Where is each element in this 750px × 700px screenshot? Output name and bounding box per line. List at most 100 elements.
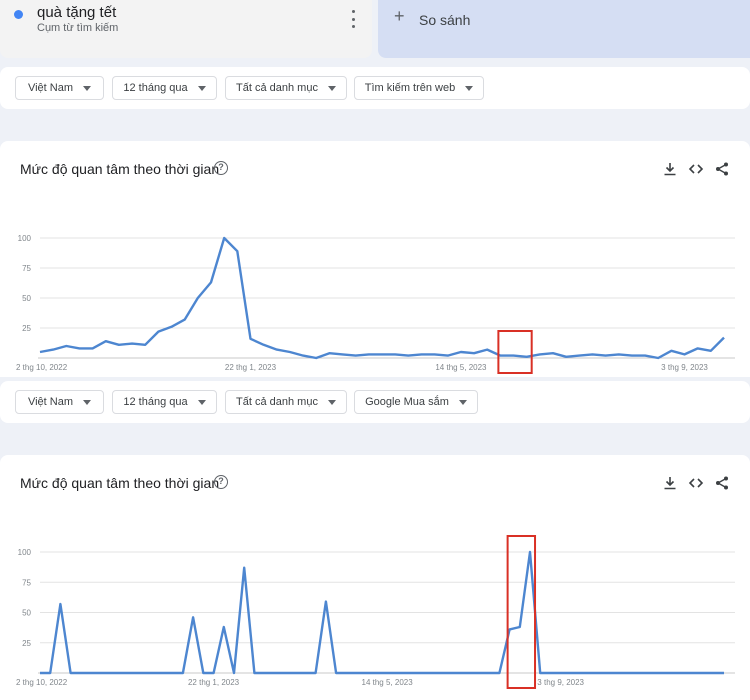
data-point[interactable]: [617, 352, 621, 356]
category-filter[interactable]: Tất cả danh mục: [225, 390, 347, 414]
data-point[interactable]: [38, 350, 42, 354]
data-point[interactable]: [344, 671, 348, 675]
data-point[interactable]: [459, 350, 463, 354]
data-point[interactable]: [201, 671, 205, 675]
data-point[interactable]: [604, 354, 608, 358]
data-point[interactable]: [171, 671, 175, 675]
data-point[interactable]: [599, 671, 603, 675]
data-point[interactable]: [150, 671, 154, 675]
data-point[interactable]: [273, 671, 277, 675]
data-point[interactable]: [222, 625, 226, 629]
data-point[interactable]: [354, 354, 358, 358]
data-point[interactable]: [630, 671, 634, 675]
data-point[interactable]: [130, 342, 134, 346]
data-point[interactable]: [69, 671, 73, 675]
data-point[interactable]: [235, 249, 239, 253]
data-point[interactable]: [589, 671, 593, 675]
data-point[interactable]: [669, 349, 673, 353]
data-point[interactable]: [702, 671, 706, 675]
data-point[interactable]: [120, 671, 124, 675]
data-point[interactable]: [643, 354, 647, 358]
data-point[interactable]: [242, 566, 246, 570]
time-range-filter[interactable]: 12 tháng qua: [112, 390, 217, 414]
data-point[interactable]: [564, 355, 568, 359]
data-point[interactable]: [283, 671, 287, 675]
data-point[interactable]: [528, 550, 532, 554]
data-point[interactable]: [709, 349, 713, 353]
data-point[interactable]: [183, 318, 187, 322]
data-point[interactable]: [314, 356, 318, 360]
data-point[interactable]: [712, 671, 716, 675]
data-point[interactable]: [487, 671, 491, 675]
data-point[interactable]: [559, 671, 563, 675]
data-point[interactable]: [327, 351, 331, 355]
search-term-card[interactable]: quà tặng tết Cụm từ tìm kiếm: [0, 0, 372, 58]
data-point[interactable]: [375, 671, 379, 675]
data-point[interactable]: [426, 671, 430, 675]
data-point[interactable]: [48, 671, 52, 675]
data-point[interactable]: [89, 671, 93, 675]
search-type-filter[interactable]: Tìm kiếm trên web: [354, 76, 484, 100]
data-point[interactable]: [140, 671, 144, 675]
data-point[interactable]: [446, 354, 450, 358]
data-point[interactable]: [161, 671, 165, 675]
data-point[interactable]: [696, 346, 700, 350]
data-point[interactable]: [365, 671, 369, 675]
data-point[interactable]: [640, 671, 644, 675]
data-point[interactable]: [538, 352, 542, 356]
data-point[interactable]: [293, 671, 297, 675]
data-point[interactable]: [79, 671, 83, 675]
time-range-filter[interactable]: 12 tháng qua: [112, 76, 217, 100]
data-point[interactable]: [77, 346, 81, 350]
data-point[interactable]: [395, 671, 399, 675]
data-point[interactable]: [457, 671, 461, 675]
data-point[interactable]: [393, 352, 397, 356]
data-point[interactable]: [551, 351, 555, 355]
data-point[interactable]: [512, 354, 516, 358]
data-point[interactable]: [651, 671, 655, 675]
data-point[interactable]: [99, 671, 103, 675]
data-point[interactable]: [58, 602, 62, 606]
data-point[interactable]: [38, 671, 42, 675]
data-point[interactable]: [275, 348, 279, 352]
data-point[interactable]: [51, 348, 55, 352]
data-point[interactable]: [446, 671, 450, 675]
data-point[interactable]: [303, 671, 307, 675]
data-point[interactable]: [64, 344, 68, 348]
data-point[interactable]: [196, 296, 200, 300]
data-point[interactable]: [477, 671, 481, 675]
data-point[interactable]: [334, 671, 338, 675]
data-point[interactable]: [212, 671, 216, 675]
data-point[interactable]: [485, 348, 489, 352]
data-point[interactable]: [143, 343, 147, 347]
data-point[interactable]: [661, 671, 665, 675]
data-point[interactable]: [367, 352, 371, 356]
data-point[interactable]: [406, 354, 410, 358]
data-point[interactable]: [620, 671, 624, 675]
more-options-icon[interactable]: [347, 10, 359, 28]
data-point[interactable]: [436, 671, 440, 675]
data-point[interactable]: [181, 671, 185, 675]
data-point[interactable]: [263, 671, 267, 675]
data-point[interactable]: [579, 671, 583, 675]
data-point[interactable]: [683, 352, 687, 356]
data-point[interactable]: [104, 339, 108, 343]
data-point[interactable]: [191, 615, 195, 619]
data-point[interactable]: [691, 671, 695, 675]
data-point[interactable]: [681, 671, 685, 675]
data-point[interactable]: [130, 671, 134, 675]
region-filter[interactable]: Việt Nam: [15, 76, 104, 100]
data-point[interactable]: [232, 671, 236, 675]
data-point[interactable]: [610, 671, 614, 675]
data-point[interactable]: [577, 354, 581, 358]
data-point[interactable]: [209, 280, 213, 284]
data-point[interactable]: [170, 325, 174, 329]
data-point[interactable]: [722, 336, 726, 340]
region-filter[interactable]: Việt Nam: [15, 390, 104, 414]
data-point[interactable]: [354, 671, 358, 675]
data-point[interactable]: [314, 671, 318, 675]
data-point[interactable]: [419, 352, 423, 356]
search-type-filter[interactable]: Google Mua sắm: [354, 390, 478, 414]
data-point[interactable]: [722, 671, 726, 675]
data-point[interactable]: [324, 600, 328, 604]
